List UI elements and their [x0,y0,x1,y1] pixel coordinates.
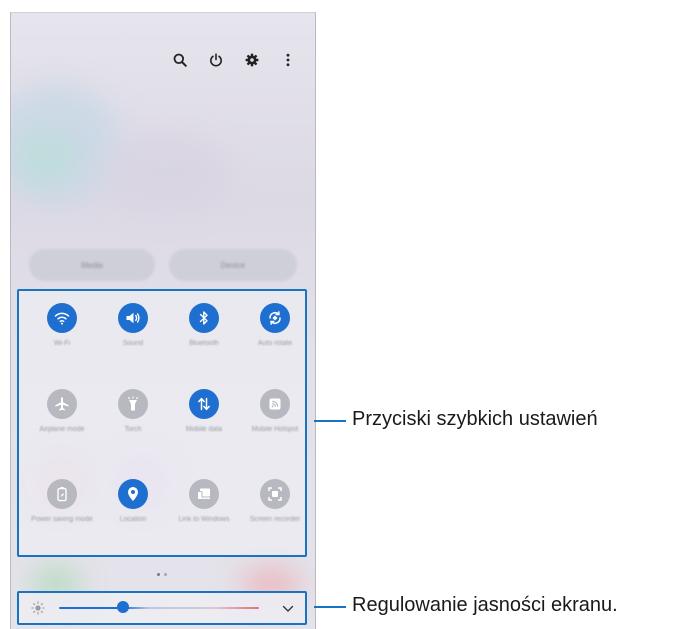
tile-label: Screen recorder [249,516,301,523]
search-icon[interactable] [169,49,191,71]
tile-location[interactable]: Location [102,479,164,524]
tile-label: Link to Windows [178,516,230,523]
media-button[interactable]: Media [29,249,155,281]
tile-label: Auto rotate [257,340,293,347]
page-dot [164,573,167,576]
tile-hotspot[interactable]: Mobile Hotspot [244,389,306,434]
hotspot-icon[interactable] [260,389,290,419]
brightness-bar [17,591,307,625]
tile-sound[interactable]: Sound [102,303,164,348]
tile-label: Wi-Fi [53,340,71,347]
sound-icon[interactable] [118,303,148,333]
auto-rotate-icon[interactable] [260,303,290,333]
wallpaper-blob [16,133,76,183]
tile-label: Location [119,516,147,523]
tile-label: Mobile data [185,426,223,433]
battery-saver-icon[interactable] [47,479,77,509]
screen-recorder-icon[interactable] [260,479,290,509]
tile-airplane[interactable]: Airplane mode [31,389,93,434]
gear-icon[interactable] [241,49,263,71]
link-windows-icon[interactable] [189,479,219,509]
wallpaper-blob [101,133,231,213]
bluetooth-icon[interactable] [189,303,219,333]
callout-quick-buttons: Przyciski szybkich ustawień [352,408,598,430]
callout-brightness: Regulowanie jasności ekranu. [352,594,618,616]
tile-label: Sound [122,340,144,347]
top-icon-bar [169,49,299,71]
tile-bluetooth[interactable]: Bluetooth [173,303,235,348]
brightness-slider-thumb[interactable] [117,601,129,613]
callout-line-brightness [314,606,346,608]
tile-label: Mobile Hotspot [251,426,299,433]
tile-screen-recorder[interactable]: Screen recorder [244,479,306,524]
chevron-down-icon[interactable] [281,602,295,614]
page-dot [157,573,160,576]
mobile-data-icon[interactable] [189,389,219,419]
power-icon[interactable] [205,49,227,71]
tile-label: Torch [124,426,142,433]
more-vertical-icon[interactable] [277,49,299,71]
location-icon[interactable] [118,479,148,509]
wifi-icon[interactable] [47,303,77,333]
brightness-slider[interactable] [59,607,259,609]
quick-settings-panel: Wi-Fi Sound Bluetooth Auto rotate Airpla… [17,289,307,557]
tile-mobile-data[interactable]: Mobile data [173,389,235,434]
tile-flashlight[interactable]: Torch [102,389,164,434]
tile-label: Power saving mode [31,516,93,523]
airplane-icon[interactable] [47,389,77,419]
page-indicator [157,573,167,576]
tile-label: Airplane mode [39,426,85,433]
tile-auto-rotate[interactable]: Auto rotate [244,303,306,348]
phone-screen: Media Device Wi-Fi Sound Bluetooth Auto … [10,12,316,629]
tile-wifi[interactable]: Wi-Fi [31,303,93,348]
device-button[interactable]: Device [169,249,297,281]
tile-link-windows[interactable]: Link to Windows [173,479,235,524]
sun-icon [31,601,45,615]
tile-label: Bluetooth [189,340,219,347]
tile-power-saving[interactable]: Power saving mode [31,479,93,524]
callout-line-quick-buttons [314,420,346,422]
flashlight-icon[interactable] [118,389,148,419]
